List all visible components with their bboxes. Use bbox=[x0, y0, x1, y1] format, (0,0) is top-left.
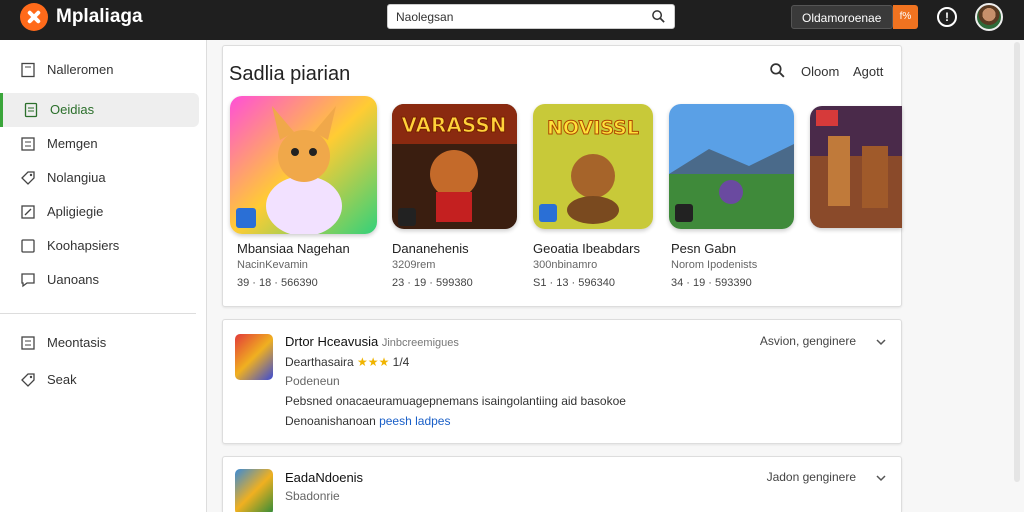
review-right-label: Asvion, genginere bbox=[759, 334, 856, 348]
app-tile-art[interactable]: VARASSN bbox=[392, 104, 517, 229]
sidebar-item-label: Oeidias bbox=[50, 102, 95, 117]
doc-icon bbox=[24, 102, 38, 118]
app-tile-meta: S1 · 13 · 596340 bbox=[533, 277, 615, 289]
sidebar-item-label: Meontasis bbox=[47, 335, 107, 350]
review-thumbnail[interactable] bbox=[235, 469, 273, 512]
search-icon[interactable] bbox=[651, 9, 666, 24]
account-button[interactable]: Oldamoroenae bbox=[791, 5, 893, 29]
sidebar-item-3[interactable]: Nolangiua bbox=[0, 161, 199, 195]
sidebar-divider bbox=[0, 313, 196, 314]
square-icon bbox=[21, 239, 35, 253]
account-label: Oldamoroenae bbox=[802, 11, 882, 25]
app-tile-meta: 39 · 18 · 566390 bbox=[237, 277, 318, 289]
app-tile-meta: 34 · 19 · 593390 bbox=[671, 277, 752, 289]
sidebar-item-label: Koohapsiers bbox=[47, 238, 120, 253]
review-line: Dearthasaira ★★★ 1/4 bbox=[285, 355, 409, 369]
review-meta: Podeneun bbox=[285, 374, 340, 388]
rating-fraction: 1/4 bbox=[392, 355, 410, 369]
review-right-label: Jadon genginere bbox=[766, 470, 856, 484]
featured-section: Sadlia piarian Oloom Agott Mbansiaa Nage… bbox=[222, 45, 902, 307]
list-icon bbox=[21, 137, 35, 151]
sidebar-item-0[interactable]: Nalleromen bbox=[0, 53, 199, 87]
avatar[interactable] bbox=[975, 3, 1003, 31]
app-tile-name: Geoatia Ibeabdars bbox=[533, 241, 640, 256]
app-tile-name: Dananehenis bbox=[392, 241, 469, 256]
sidebar-item-1[interactable]: Oeidias bbox=[0, 93, 199, 127]
review-body-continued: Denoanishanoan peesh ladpes bbox=[285, 414, 450, 428]
search-bar[interactable]: Naolegsan bbox=[387, 4, 675, 29]
review-title-text: Drtor Hceavusia bbox=[285, 334, 379, 349]
sidebar-item-5[interactable]: Koohapsiers bbox=[0, 229, 199, 263]
review-thumbnail[interactable] bbox=[235, 334, 273, 380]
app-tile-developer: 300nbinamro bbox=[533, 259, 598, 271]
svg-text:VARASSN: VARASSN bbox=[401, 113, 506, 137]
review-author: Sbadonrie bbox=[285, 489, 340, 503]
section-link-b[interactable]: Agott bbox=[853, 64, 883, 79]
app-tile-art[interactable] bbox=[230, 96, 377, 234]
app-tile-meta: 23 · 19 · 599380 bbox=[392, 277, 473, 289]
sidebar-item-label: Seak bbox=[47, 372, 77, 387]
app-tile-art[interactable]: NOVISSL bbox=[533, 104, 653, 229]
sidebar-item-label: Apligiegie bbox=[47, 204, 104, 219]
review-title: EadaNdoenis bbox=[285, 470, 364, 485]
sidebar-item-secondary-0[interactable]: Meontasis bbox=[0, 326, 199, 360]
account-badge[interactable]: f% bbox=[893, 5, 918, 29]
app-tile-developer: Norom Ipodenists bbox=[671, 259, 758, 271]
section-title: Sadlia piarian bbox=[229, 63, 351, 85]
sidebar-item-4[interactable]: Apligiegie bbox=[0, 195, 199, 229]
chat-icon bbox=[21, 273, 35, 288]
chevron-down-icon[interactable] bbox=[875, 472, 887, 484]
read-more-link[interactable]: peesh ladpes bbox=[379, 414, 450, 428]
tag-icon bbox=[21, 373, 35, 387]
tag-icon bbox=[21, 171, 35, 185]
section-link-a[interactable]: Oloom bbox=[801, 64, 839, 79]
review-subtitle: Jinbcreemigues bbox=[381, 337, 459, 349]
sidebar-item-2[interactable]: Memgen bbox=[0, 127, 199, 161]
sidebar-item-label: Memgen bbox=[47, 136, 98, 151]
review-title: Drtor Hceavusia Jinbcreemigues bbox=[285, 334, 459, 349]
app-title: Mplaliaga bbox=[56, 6, 143, 27]
sidebar-item-label: Nolangiua bbox=[47, 170, 106, 185]
app-tile-art[interactable] bbox=[810, 106, 902, 228]
alert-icon[interactable]: ! bbox=[937, 7, 957, 27]
top-bar: Mplaliaga Naolegsan Oldamoroenae f% ! bbox=[0, 0, 1024, 40]
app-tile-name: Pesn Gabn bbox=[671, 241, 737, 256]
svg-text:NOVISSL: NOVISSL bbox=[547, 117, 639, 139]
review-card[interactable]: Drtor Hceavusia Jinbcreemigues Dearthasa… bbox=[222, 319, 902, 444]
search-icon[interactable] bbox=[769, 62, 786, 79]
app-tile-developer: NacinKevamin bbox=[237, 259, 308, 271]
book-icon bbox=[21, 62, 35, 78]
review-body-text: Denoanishanoan bbox=[285, 414, 380, 428]
search-input[interactable]: Naolegsan bbox=[396, 10, 453, 24]
sidebar-item-6[interactable]: Uanoans bbox=[0, 263, 199, 297]
sidebar: Nalleromen Oeidias Memgen Nolangiua Apli… bbox=[0, 40, 207, 512]
sidebar-item-secondary-1[interactable]: Seak bbox=[0, 363, 199, 397]
app-tile-name: Mbansiaa Nagehan bbox=[237, 241, 350, 256]
star-rating: ★★★ bbox=[357, 355, 390, 369]
sidebar-item-label: Uanoans bbox=[47, 272, 100, 287]
app-logo-icon[interactable] bbox=[20, 3, 48, 31]
list-icon bbox=[21, 336, 35, 350]
review-card[interactable]: EadaNdoenis Sbadonrie Jadon genginere bbox=[222, 456, 902, 512]
edit-icon bbox=[21, 205, 35, 219]
chevron-down-icon[interactable] bbox=[875, 336, 887, 348]
review-body: Pebsned onacaeuramuagepnemans isaingolan… bbox=[285, 394, 626, 408]
app-tile-art[interactable] bbox=[669, 104, 794, 229]
app-tile-developer: 3209rem bbox=[392, 259, 436, 271]
scrollbar[interactable] bbox=[1014, 42, 1020, 482]
sidebar-item-label: Nalleromen bbox=[47, 62, 114, 77]
review-author: Dearthasaira bbox=[285, 355, 354, 369]
